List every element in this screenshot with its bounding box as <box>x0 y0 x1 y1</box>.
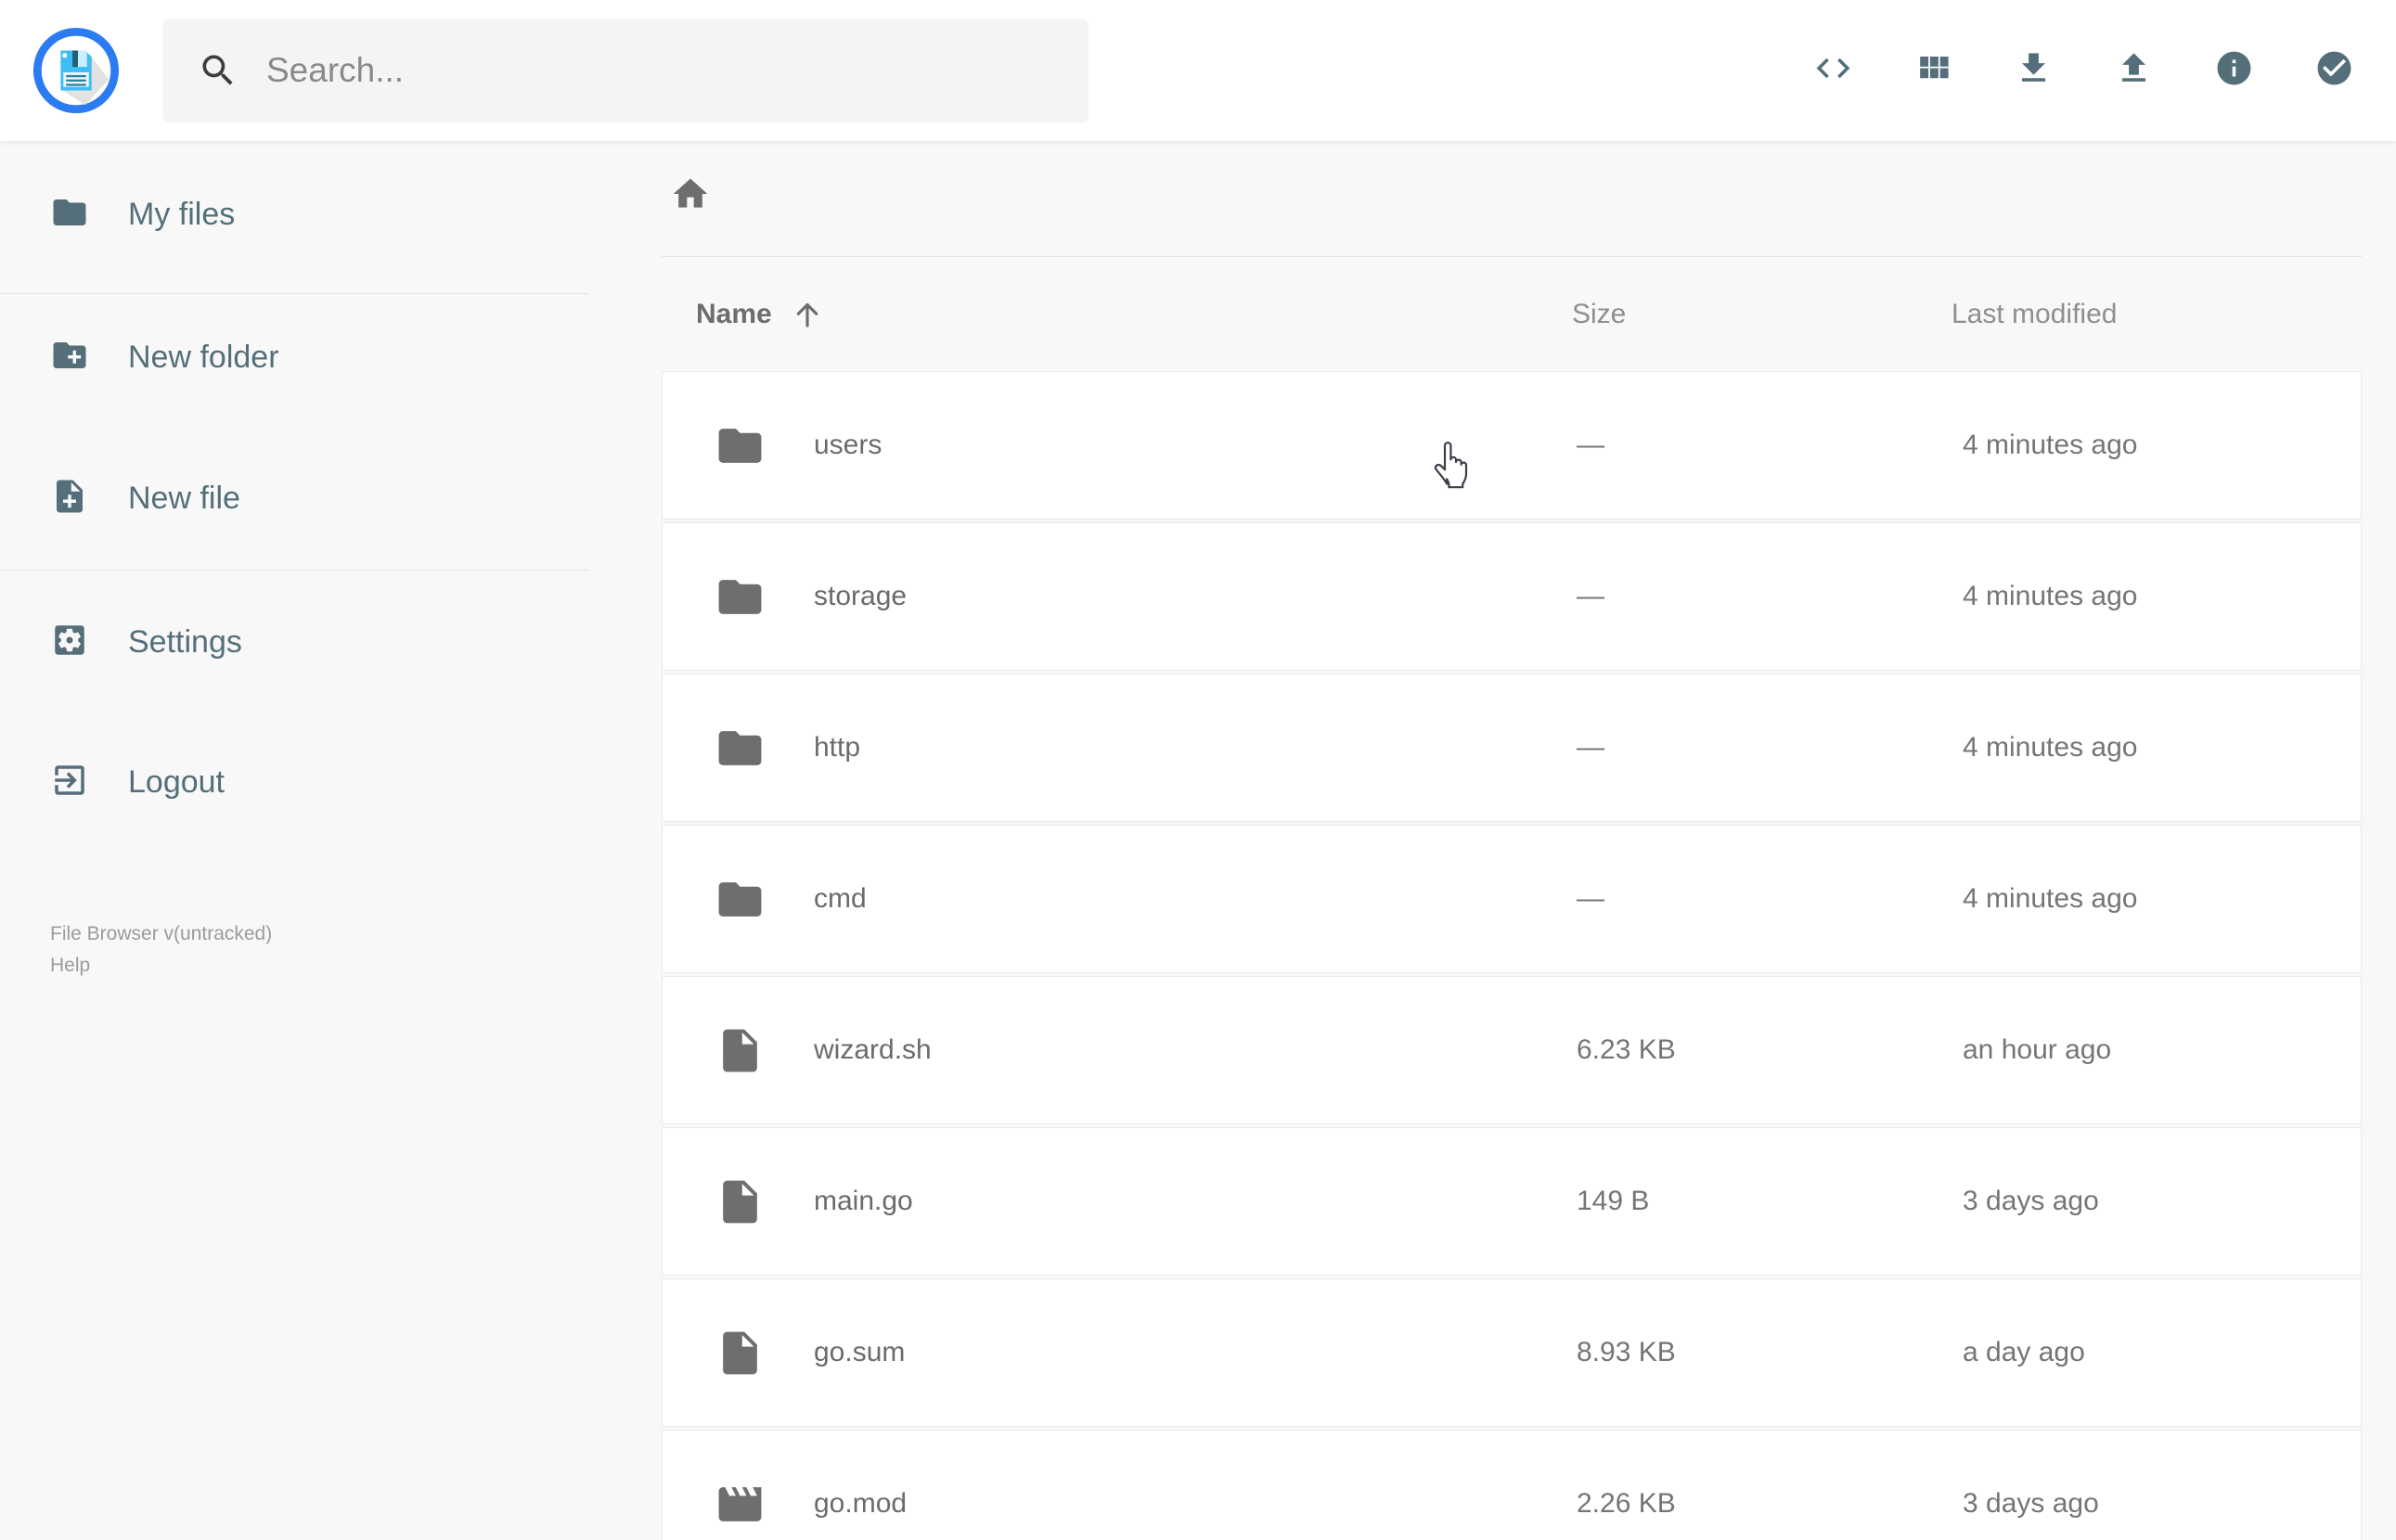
file-row-go-mod[interactable]: go.mod 2.26 KB 3 days ago <box>662 1430 2362 1540</box>
search-input[interactable] <box>266 51 1027 90</box>
header-actions <box>1797 19 2369 122</box>
file-size: — <box>1577 430 1604 460</box>
file-name: storage <box>814 581 908 611</box>
switch-view-button[interactable] <box>1898 19 1968 122</box>
file-size: — <box>1577 883 1604 914</box>
sidebar-divider <box>0 570 588 571</box>
file-size: 6.23 KB <box>1577 1034 1676 1065</box>
sidebar-item-settings[interactable]: Settings <box>0 605 588 679</box>
download-button[interactable] <box>1998 19 2068 122</box>
sidebar-item-label: My files <box>128 196 236 232</box>
folder-icon <box>715 723 766 774</box>
upload-icon <box>2114 48 2154 93</box>
sort-by-modified-header[interactable]: Last modified <box>1952 299 2362 330</box>
filebrowser-logo-icon[interactable] <box>31 25 122 116</box>
info-button[interactable] <box>2198 19 2269 122</box>
file-icon <box>715 1176 766 1227</box>
new-file-icon <box>50 477 89 520</box>
file-size: 2.26 KB <box>1577 1488 1676 1519</box>
sidebar: My files New folder New file Settings Lo… <box>0 141 588 1540</box>
select-multiple-button[interactable] <box>2299 19 2369 122</box>
sidebar-item-label: Settings <box>128 623 242 660</box>
file-name: users <box>814 430 882 460</box>
top-bar <box>0 0 2396 141</box>
file-row-users[interactable]: users — 4 minutes ago <box>662 371 2362 520</box>
check-circle-icon <box>2314 48 2354 93</box>
file-size: 149 B <box>1577 1186 1650 1216</box>
file-modified: 4 minutes ago <box>1963 430 2138 460</box>
listing-rows: users — 4 minutes ago storage — 4 minute… <box>662 371 2362 1540</box>
sidebar-item-new-file[interactable]: New file <box>0 461 588 535</box>
sort-by-size-header[interactable]: Size <box>1572 299 1952 330</box>
file-listing-area: Name Size Last modified users — 4 minute… <box>588 141 2396 1540</box>
movie-icon <box>715 1479 766 1530</box>
file-name: go.sum <box>814 1337 906 1367</box>
sort-ascending-icon <box>791 298 824 331</box>
sidebar-item-new-folder[interactable]: New folder <box>0 320 588 394</box>
sidebar-item-my-files[interactable]: My files <box>0 177 588 251</box>
info-icon <box>2214 48 2254 93</box>
file-modified: a day ago <box>1963 1337 2085 1367</box>
file-size: — <box>1577 732 1604 763</box>
sidebar-divider <box>0 293 588 294</box>
sidebar-item-logout[interactable]: Logout <box>0 745 588 819</box>
version-text: File Browser v(untracked) <box>50 923 273 944</box>
file-row-main-go[interactable]: main.go 149 B 3 days ago <box>662 1127 2362 1276</box>
upload-button[interactable] <box>2098 19 2169 122</box>
file-icon <box>715 1025 766 1076</box>
sort-by-name-header[interactable]: Name <box>662 298 1572 331</box>
file-name: go.mod <box>814 1488 908 1519</box>
file-row-cmd[interactable]: cmd — 4 minutes ago <box>662 825 2362 973</box>
grid-view-icon <box>1913 48 1953 93</box>
file-modified: 4 minutes ago <box>1963 732 2138 763</box>
logout-icon <box>50 761 89 804</box>
settings-icon <box>50 621 89 664</box>
file-name: main.go <box>814 1186 913 1216</box>
file-icon <box>715 1328 766 1379</box>
folder-icon <box>715 874 766 925</box>
name-column-label: Name <box>696 298 772 329</box>
folder-icon <box>715 420 766 471</box>
search-box[interactable] <box>162 19 1089 122</box>
file-size: 8.93 KB <box>1577 1337 1676 1367</box>
file-row-http[interactable]: http — 4 minutes ago <box>662 674 2362 822</box>
download-icon <box>2014 48 2054 93</box>
file-modified: 3 days ago <box>1963 1488 2099 1519</box>
file-name: wizard.sh <box>814 1034 932 1065</box>
sidebar-item-label: Logout <box>128 764 225 800</box>
search-icon <box>198 50 238 91</box>
code-icon <box>1813 48 1853 93</box>
sidebar-footer: File Browser v(untracked) Help <box>0 918 588 982</box>
file-modified: 4 minutes ago <box>1963 581 2138 611</box>
code-view-button[interactable] <box>1797 19 1868 122</box>
new-folder-icon <box>50 336 89 379</box>
file-row-wizard-sh[interactable]: wizard.sh 6.23 KB an hour ago <box>662 976 2362 1124</box>
sidebar-item-label: New folder <box>128 339 279 375</box>
file-modified: 4 minutes ago <box>1963 883 2138 914</box>
listing-header: Name Size Last modified <box>662 257 2362 371</box>
file-name: http <box>814 732 861 763</box>
folder-icon <box>50 193 89 237</box>
sidebar-item-label: New file <box>128 480 240 516</box>
file-size: — <box>1577 581 1604 611</box>
help-link[interactable]: Help <box>50 950 90 982</box>
file-name: cmd <box>814 883 867 914</box>
file-row-go-sum[interactable]: go.sum 8.93 KB a day ago <box>662 1278 2362 1427</box>
home-icon <box>670 178 711 218</box>
file-modified: an hour ago <box>1963 1034 2112 1065</box>
file-row-storage[interactable]: storage — 4 minutes ago <box>662 522 2362 671</box>
breadcrumb-home-button[interactable] <box>670 173 711 214</box>
file-modified: 3 days ago <box>1963 1186 2099 1216</box>
folder-icon <box>715 571 766 622</box>
